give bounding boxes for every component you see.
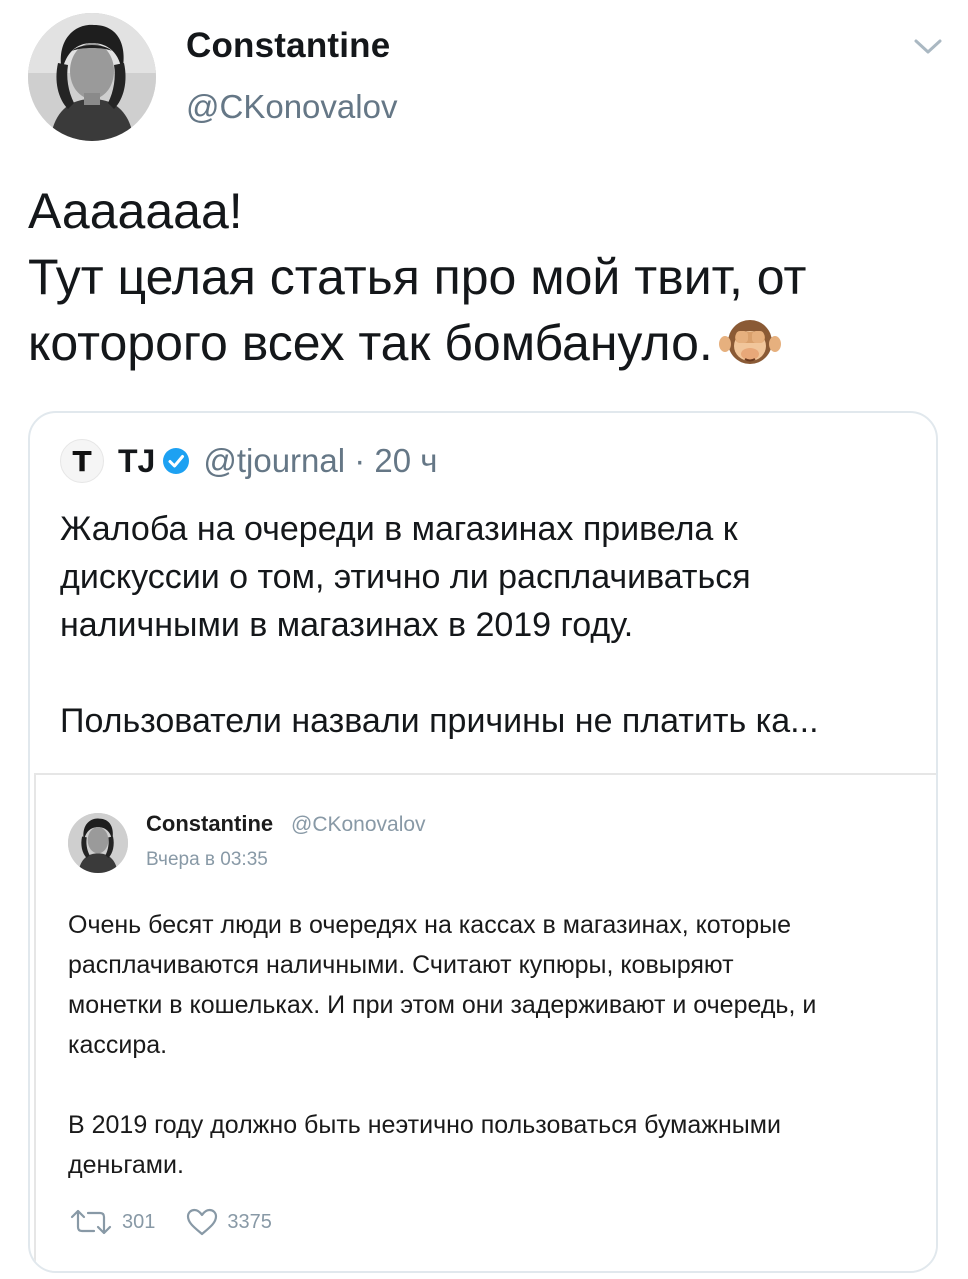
embedded-text-line: Очень бесят люди в очередях на кассах в …	[68, 911, 792, 939]
embedded-tweet-image[interactable]: Constantine @CKonovalov Вчера в 03:35 Оч…	[34, 773, 936, 1271]
tweet-text-line-content: которого всех так бомбануло.	[28, 315, 713, 371]
like-count: 3375	[227, 1210, 272, 1233]
tweet-page: Constantine @CKonovalov Ааааааа! Тут цел…	[0, 0, 968, 1279]
embedded-text-line: В 2019 году должно быть неэтично пользов…	[68, 1111, 781, 1139]
quoted-tweet-header: T TJ @tjournal · 20 ч	[60, 437, 437, 485]
author-avatar[interactable]	[28, 13, 156, 141]
quoted-author-name: TJ	[118, 442, 156, 479]
embedded-date: Вчера в 03:35	[146, 849, 268, 870]
quoted-text-line: наличными в магазинах в 2019 году.	[60, 606, 634, 644]
embedded-author-name: Constantine	[146, 811, 274, 836]
embedded-text-line: монетки в кошельках. И при этом они заде…	[68, 991, 817, 1019]
retweet-icon	[70, 1209, 112, 1235]
embedded-actions: 301 3375	[68, 1207, 302, 1237]
tweet-text-line: которого всех так бомбануло.	[28, 310, 943, 376]
quoted-text-line: дискуссии о том, этично ли расплачиватьс…	[60, 558, 751, 596]
quoted-tweet-card[interactable]: T TJ @tjournal · 20 ч Жалоба на очереди …	[28, 411, 938, 1273]
author-handle[interactable]: @CKonovalov	[186, 88, 397, 126]
twitter-bird-icon	[934, 811, 936, 837]
quoted-text-line: Жалоба на очереди в магазинах привела к	[60, 510, 738, 548]
avatar-photo-icon	[28, 13, 156, 141]
author-display-name[interactable]: Constantine	[186, 26, 390, 66]
embedded-text-line: деньгами.	[68, 1151, 184, 1179]
embedded-text-line: расплачиваются наличными. Считают купюры…	[68, 951, 734, 979]
embedded-avatar	[68, 813, 128, 873]
verified-badge-icon	[163, 448, 190, 474]
quoted-tweet-text: Жалоба на очереди в магазинах привела к …	[60, 505, 920, 745]
avatar-photo-icon	[68, 813, 128, 873]
retweet-count: 301	[122, 1210, 156, 1233]
embedded-author-handle: @CKonovalov	[291, 813, 426, 836]
chevron-down-icon[interactable]	[912, 36, 944, 58]
tweet-text: Ааааааа! Тут целая статья про мой твит, …	[28, 178, 943, 376]
heart-icon	[187, 1208, 218, 1236]
tweet-text-line: Ааааааа!	[28, 183, 243, 239]
quoted-text-line: Пользователи назвали причины не платить …	[60, 702, 819, 740]
embedded-tweet-text: Очень бесят люди в очередях на кассах в …	[68, 905, 936, 1185]
tweet-text-line: Тут целая статья про мой твит, от	[28, 249, 807, 305]
tj-logo: T	[60, 439, 104, 483]
see-no-evil-monkey-icon	[718, 314, 781, 366]
quoted-author-handle-time: @tjournal · 20 ч	[203, 442, 438, 479]
embedded-text-line: кассира.	[68, 1031, 168, 1059]
